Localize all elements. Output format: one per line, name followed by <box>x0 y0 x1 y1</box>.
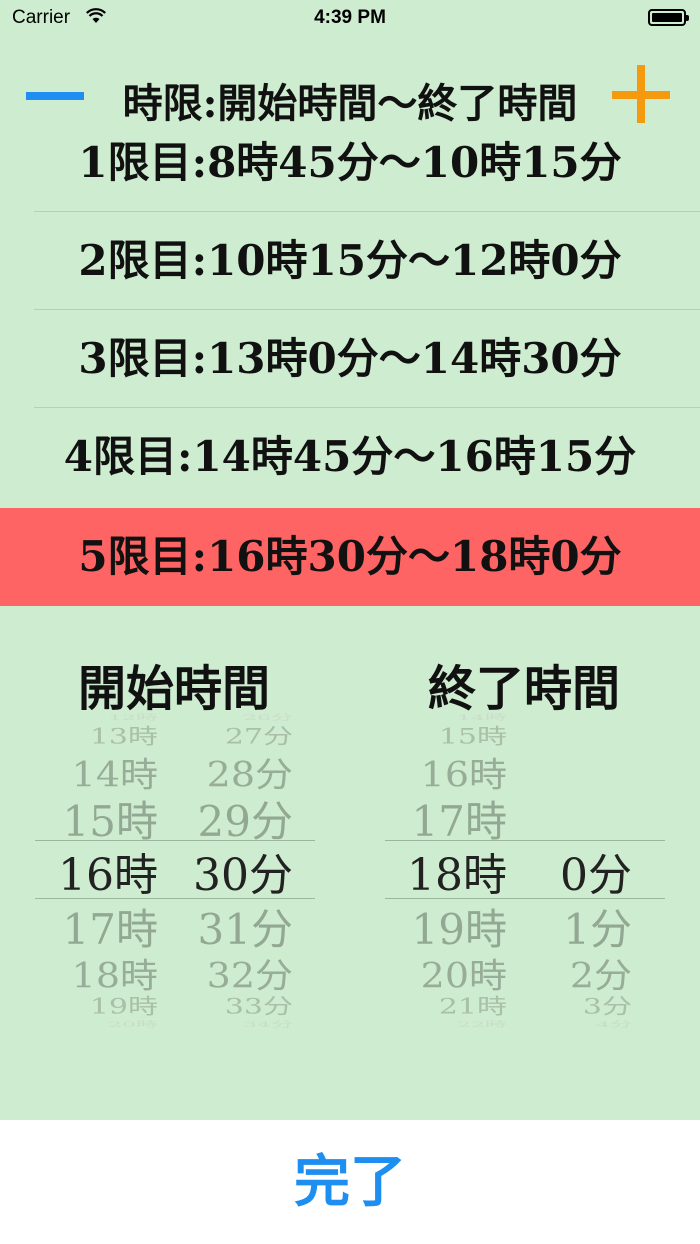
period-label: 5限目:16時30分〜18時0分 <box>78 532 622 581</box>
hour-item[interactable]: 19時 <box>90 996 158 1018</box>
hour-item[interactable]: 15時 <box>63 801 158 843</box>
plus-icon[interactable] <box>612 65 670 123</box>
hour-item[interactable]: 18時 <box>407 854 507 898</box>
minute-item[interactable]: 2分 <box>570 959 632 993</box>
hour-item[interactable]: 14時 <box>457 714 507 722</box>
minute-item[interactable]: 3分 <box>583 996 632 1018</box>
hour-item[interactable]: 18時 <box>72 959 158 993</box>
start-time-picker[interactable]: 12時 26分 13時 27分 14時 28分 15時 29分 16時 30分 17時 31分 18時 3… <box>35 712 315 1029</box>
hour-item[interactable]: 14時 <box>72 758 158 792</box>
period-row-3[interactable]: 3限目:13時0分〜14時30分 <box>0 310 700 408</box>
hour-item[interactable]: 13時 <box>90 726 158 748</box>
end-time-picker[interactable]: 14時 15時 16時 17時 18時 0分 19時 1分 20時 2分 21時 3分 22時 4分 <box>385 712 665 1029</box>
end-time-title: 終了時間 <box>427 661 620 717</box>
hour-item[interactable]: 22時 <box>457 1021 507 1029</box>
minute-item[interactable]: 28分 <box>207 758 293 792</box>
hour-item[interactable]: 17時 <box>412 801 507 843</box>
minute-item[interactable]: 30分 <box>193 854 293 898</box>
hour-item[interactable]: 15時 <box>439 726 507 748</box>
period-row-4[interactable]: 4限目:14時45分〜16時15分 <box>0 408 700 506</box>
done-button[interactable]: 完了 <box>0 1120 700 1244</box>
header: 時限:開始時間〜終了時間 <box>0 55 700 135</box>
hour-item[interactable]: 20時 <box>108 1021 158 1029</box>
minute-item[interactable]: 0分 <box>560 854 632 898</box>
hour-item[interactable]: 21時 <box>439 996 507 1018</box>
hour-item[interactable]: 17時 <box>63 909 158 951</box>
minute-item[interactable]: 34分 <box>243 1021 293 1029</box>
period-row-1[interactable]: 1限目:8時45分〜10時15分 <box>0 134 700 212</box>
period-list[interactable]: 1限目:8時45分〜10時15分 2限目:10時15分〜12時0分 3限目:13… <box>0 134 700 607</box>
minute-item[interactable]: 27分 <box>225 726 293 748</box>
minute-item[interactable]: 32分 <box>207 959 293 993</box>
period-row-5-selected[interactable]: 5限目:16時30分〜18時0分 <box>0 508 700 606</box>
period-label: 4限目:14時45分〜16時15分 <box>63 432 637 481</box>
status-time: 4:39 PM <box>314 7 386 28</box>
period-label: 1限目:8時45分〜10時15分 <box>78 138 622 187</box>
minute-item[interactable]: 26分 <box>243 714 293 722</box>
minute-item[interactable]: 33分 <box>225 996 293 1018</box>
status-bar: Carrier 4:39 PM <box>0 0 700 40</box>
hour-item[interactable]: 19時 <box>412 909 507 951</box>
start-time-title: 開始時間 <box>77 661 270 717</box>
page-title: 時限:開始時間〜終了時間 <box>122 80 578 127</box>
footer: 完了 <box>0 1120 700 1244</box>
minute-item[interactable]: 29分 <box>198 801 293 843</box>
hour-item[interactable]: 20時 <box>421 959 507 993</box>
period-row-2[interactable]: 2限目:10時15分〜12時0分 <box>0 212 700 310</box>
period-label: 3限目:13時0分〜14時30分 <box>78 334 622 383</box>
time-picker-section: 開始時間 終了時間 12時 26分 13時 27分 14時 28分 15時 29分 16時 30分… <box>0 607 700 1120</box>
minute-item[interactable]: 1分 <box>563 909 632 951</box>
minute-item[interactable]: 31分 <box>198 909 293 951</box>
minus-icon[interactable] <box>26 92 84 100</box>
battery-icon <box>648 9 689 26</box>
hour-item[interactable]: 12時 <box>108 714 158 722</box>
minute-item[interactable]: 4分 <box>596 1021 632 1029</box>
hour-item[interactable]: 16時 <box>58 854 158 898</box>
period-label: 2限目:10時15分〜12時0分 <box>78 236 622 285</box>
hour-item[interactable]: 16時 <box>421 758 507 792</box>
